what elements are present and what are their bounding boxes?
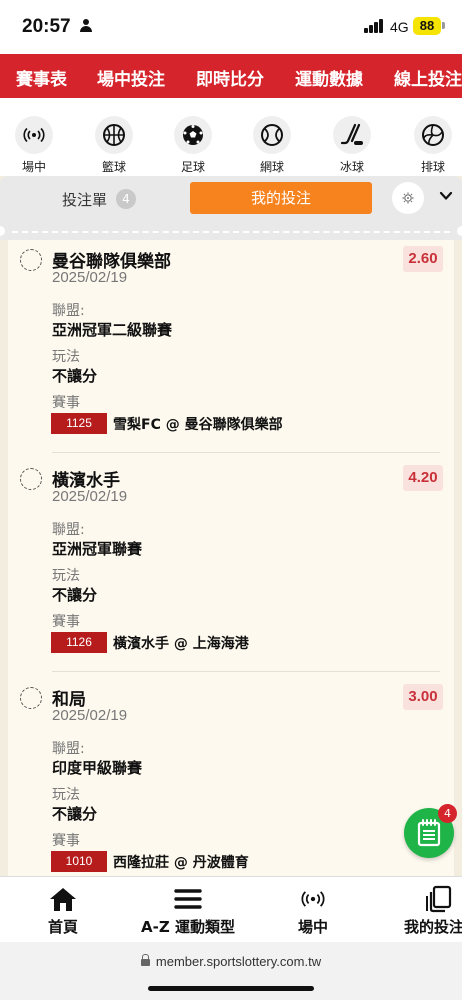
league-value: 印度甲級聯賽: [52, 759, 143, 777]
tab-bet-slip[interactable]: 投注單: [62, 189, 107, 210]
bet-item: 和局 2025/02/19 3.00 聯盟: 印度甲級聯賽 玩法 不讓分 賽事 …: [8, 678, 454, 876]
top-nav: 賽事表 場中投注 即時比分 運動數據 線上投注: [0, 54, 462, 98]
copy-icon: [404, 885, 462, 913]
top-nav-online-betting[interactable]: 線上投注: [394, 65, 462, 90]
match-name: 橫濱水手 @ 上海海港: [113, 636, 249, 652]
home-icon: [42, 885, 84, 913]
play-value: 不讓分: [52, 805, 98, 823]
browser-url-bar[interactable]: member.sportslottery.com.tw: [0, 942, 462, 1000]
ice-hockey-icon: [333, 116, 371, 154]
bottom-nav-live[interactable]: 場中: [292, 885, 334, 937]
menu-icon: [138, 885, 238, 913]
select-radio[interactable]: [20, 468, 42, 490]
bet-date: 2025/02/19: [52, 488, 128, 505]
select-radio[interactable]: [20, 249, 42, 271]
select-radio[interactable]: [20, 687, 42, 709]
top-nav-sports-data[interactable]: 運動數據: [295, 65, 363, 90]
cellular-signal-icon: [364, 19, 386, 33]
sport-volleyball[interactable]: 排球: [403, 116, 462, 175]
home-indicator[interactable]: [148, 986, 314, 991]
notepad-icon: [417, 819, 441, 847]
battery-icon: 88: [413, 17, 441, 35]
lock-icon: [140, 954, 150, 966]
match-name: 雪梨FC @ 曼谷聯隊俱樂部: [113, 417, 283, 433]
sport-basketball[interactable]: 籃球: [84, 116, 144, 175]
basketball-icon: [95, 116, 133, 154]
bet-slip-count-badge: 4: [116, 189, 136, 209]
sport-live[interactable]: 場中: [4, 116, 64, 175]
bet-tabs-bar: 投注單 4 我的投注: [0, 176, 462, 222]
sports-nav: 場中 籃球 足球 網球 冰球 排球: [0, 98, 462, 176]
bet-date: 2025/02/19: [52, 269, 128, 286]
gear-icon: [402, 192, 414, 204]
top-nav-schedule[interactable]: 賽事表: [16, 65, 67, 90]
ticket-divider: [0, 222, 462, 240]
play-label: 玩法: [52, 787, 80, 803]
league-label: 聯盟:: [52, 303, 85, 319]
bottom-nav: 首頁 A-Z 運動類型 場中 我的投注: [0, 876, 462, 942]
person-icon: [80, 19, 92, 33]
bet-item: 曼谷聯隊俱樂部 2025/02/19 2.60 聯盟: 亞洲冠軍二級聯賽 玩法 …: [8, 240, 454, 459]
bet-item: 橫濱水手 2025/02/19 4.20 聯盟: 亞洲冠軍聯賽 玩法 不讓分 賽…: [8, 459, 454, 678]
match-label: 賽事: [52, 833, 80, 849]
soccer-ball-icon: [174, 116, 212, 154]
fab-count-badge: 4: [438, 804, 457, 823]
tennis-ball-icon: [253, 116, 291, 154]
odds-badge: 4.20: [403, 465, 443, 491]
game-id-badge: 1126: [51, 632, 107, 653]
play-label: 玩法: [52, 568, 80, 584]
game-id-badge: 1010: [51, 851, 107, 872]
sport-tennis[interactable]: 網球: [242, 116, 302, 175]
bottom-nav-my-bets[interactable]: 我的投注: [404, 885, 462, 937]
volleyball-icon: [414, 116, 452, 154]
match-label: 賽事: [52, 614, 80, 630]
sport-ice-hockey[interactable]: 冰球: [322, 116, 382, 175]
network-type: 4G: [390, 19, 409, 35]
my-bets-list: 曼谷聯隊俱樂部 2025/02/19 2.60 聯盟: 亞洲冠軍二級聯賽 玩法 …: [8, 240, 454, 876]
match-label: 賽事: [52, 395, 80, 411]
top-nav-live-score[interactable]: 即時比分: [196, 65, 264, 90]
bottom-nav-az-sports[interactable]: A-Z 運動類型: [138, 885, 238, 937]
odds-badge: 2.60: [403, 246, 443, 272]
status-bar: 20:57 4G 88: [0, 0, 462, 54]
bet-date: 2025/02/19: [52, 707, 128, 724]
tab-my-bets[interactable]: 我的投注: [190, 182, 372, 214]
chevron-down-icon[interactable]: [438, 188, 454, 204]
odds-badge: 3.00: [403, 684, 443, 710]
play-value: 不讓分: [52, 586, 98, 604]
league-value: 亞洲冠軍聯賽: [52, 540, 143, 558]
live-broadcast-icon: [15, 116, 53, 154]
bottom-nav-home[interactable]: 首頁: [42, 885, 84, 937]
match-name: 西隆拉莊 @ 丹波體育: [113, 855, 249, 871]
play-label: 玩法: [52, 349, 80, 365]
settings-button[interactable]: [392, 182, 424, 214]
top-nav-live-betting[interactable]: 場中投注: [97, 65, 165, 90]
play-value: 不讓分: [52, 367, 98, 385]
status-time: 20:57: [22, 16, 71, 37]
league-label: 聯盟:: [52, 522, 85, 538]
url-text: member.sportslottery.com.tw: [155, 954, 322, 969]
sport-soccer[interactable]: 足球: [163, 116, 223, 175]
game-id-badge: 1125: [51, 413, 107, 434]
live-broadcast-icon: [292, 885, 334, 913]
league-label: 聯盟:: [52, 741, 85, 757]
league-value: 亞洲冠軍二級聯賽: [52, 321, 173, 339]
